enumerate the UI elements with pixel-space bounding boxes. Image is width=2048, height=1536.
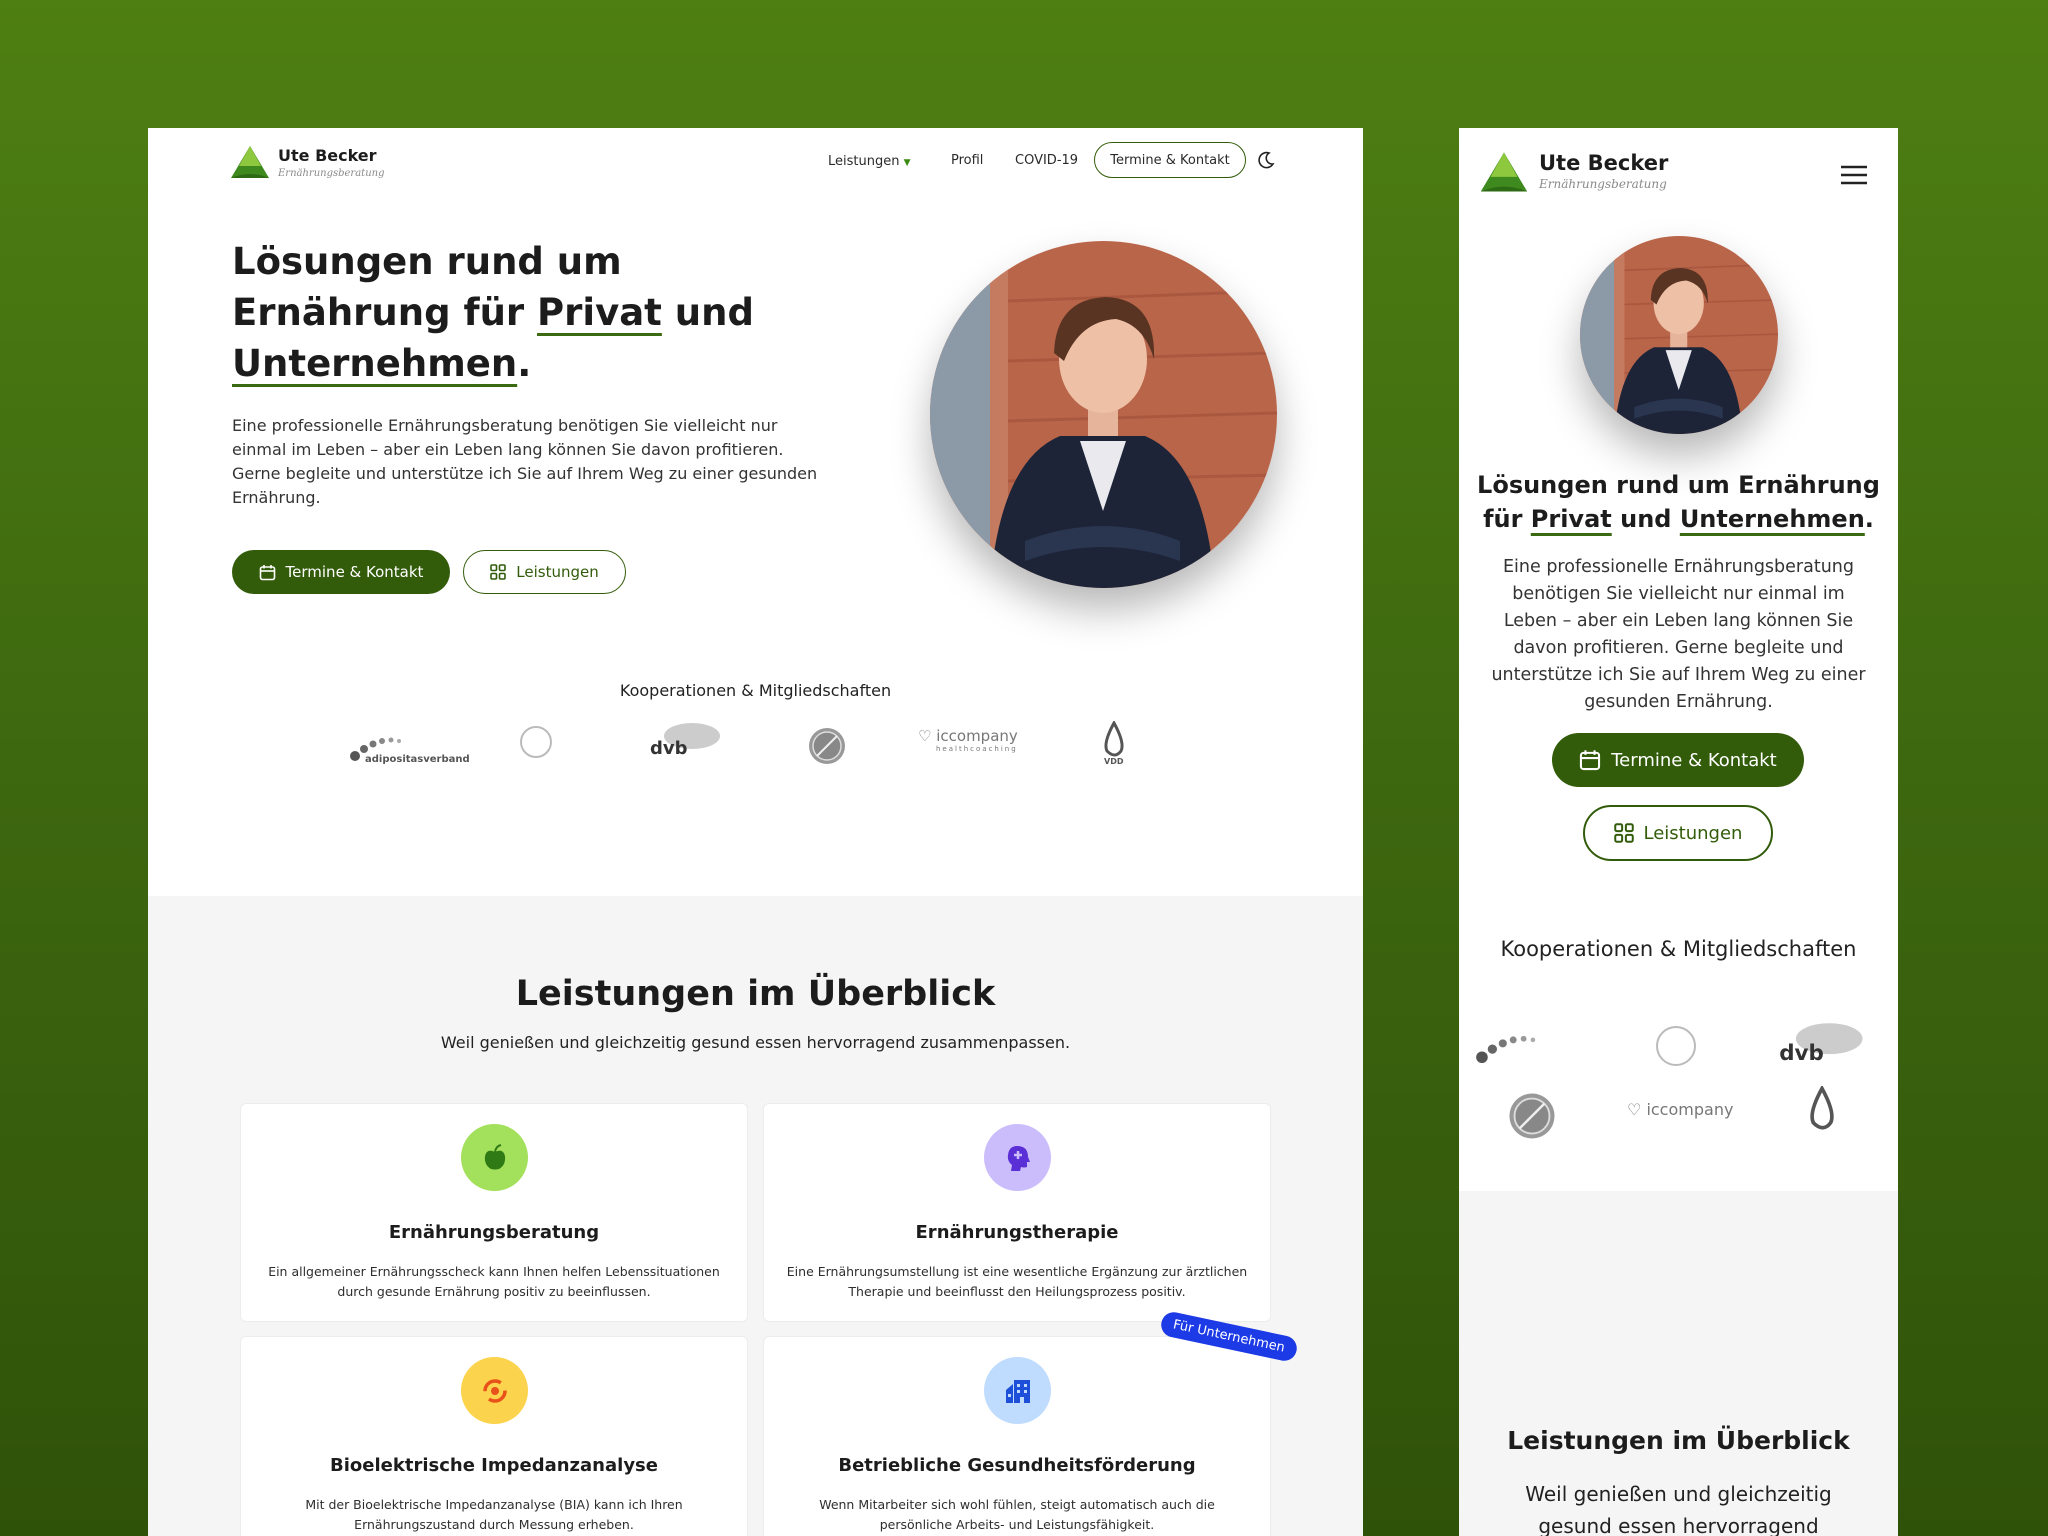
heart-icon: ♡ (1627, 1100, 1642, 1119)
hero-services-button[interactable]: Leistungen (463, 550, 626, 594)
service-card-ernaehrungsberatung[interactable]: Ernährungsberatung Ein allgemeiner Ernäh… (240, 1103, 748, 1322)
nav-contact-label: Termine & Kontakt (1110, 152, 1230, 168)
nav-profile[interactable]: Profil (951, 153, 983, 168)
brand-tagline: Ernährungsberatung (278, 167, 385, 179)
mobile-services-label: Leistungen (1643, 822, 1743, 844)
nav-services[interactable]: Leistungen ▼ (828, 154, 911, 169)
grid-icon (1613, 823, 1634, 843)
partner-iccompany-label: iccompany (1646, 1100, 1734, 1119)
service-description: Wenn Mitarbeiter sich wohl fühlen, steig… (819, 1497, 1215, 1532)
portrait-photo (930, 241, 1277, 588)
caret-down-icon: ▼ (903, 158, 911, 168)
partner-vdd-logo: VDD (1104, 721, 1124, 765)
hero-services-label: Leistungen (516, 563, 599, 581)
service-title: Ernährungstherapie (915, 1222, 1119, 1243)
dark-mode-moon-icon[interactable] (1256, 150, 1276, 170)
partner-iccompany: ♡ iccompany (1627, 1100, 1733, 1119)
adipositas-dots-icon (1476, 1035, 1536, 1064)
hero-contact-label: Termine & Kontakt (285, 563, 424, 581)
mobile-brand-logo[interactable]: Ute Becker Ernährungsberatung (1479, 150, 1668, 194)
partner-daab-logo: dvb (1779, 1023, 1863, 1066)
calendar-icon (1580, 750, 1601, 771)
partner-healthcoaching-label: healthcoaching (936, 745, 1018, 753)
portrait-illustration (1580, 236, 1778, 434)
portrait-illustration (930, 241, 1277, 588)
hero-title-dot: . (517, 342, 532, 385)
mobile-contact-button[interactable]: Termine & Kontakt (1552, 733, 1804, 787)
nav-services-label: Leistungen (828, 154, 900, 169)
service-title: Bioelektrische Impedanzanalyse (330, 1455, 658, 1476)
partners-title: Kooperationen & Mitgliedschaften (619, 681, 892, 700)
mobile-preview: Ute Becker Ernährungsberatung Lösungen r… (1459, 128, 1898, 1536)
partner-iccompany: ♡ iccompany healthcoaching (918, 727, 1018, 753)
hero-text: Eine professionelle Ernährungsberatung b… (232, 416, 818, 507)
services-title: Leistungen im Überblick (515, 974, 996, 1014)
partner-daab-logo: dvb (650, 723, 720, 759)
mobile-services-subtitle: Weil genießen und gleichzeitig gesund es… (1525, 1482, 1832, 1536)
building-icon (984, 1357, 1051, 1424)
brand-name: Ute Becker (1539, 151, 1669, 175)
logo-mountain-icon (1480, 152, 1528, 192)
hero-title: Lösungen rund um Ernährung für Privat un… (232, 236, 792, 389)
hero-title-privat: Privat (537, 291, 662, 334)
cycle-icon (461, 1357, 528, 1424)
adipositas-label: adipositasverband (365, 754, 470, 765)
brand-name: Ute Becker (278, 145, 377, 165)
calendar-icon (259, 564, 275, 580)
mobile-portrait-photo (1580, 236, 1778, 434)
heart-icon: ♡ (918, 727, 932, 745)
hero-title-privat: Privat (1530, 505, 1612, 533)
mobile-services-title: Leistungen im Überblick (1507, 1426, 1850, 1455)
partner-ribbon-logo (1656, 1026, 1696, 1066)
hero-title-unternehmen: Unternehmen (232, 342, 518, 385)
nav-contact-button[interactable]: Termine & Kontakt (1094, 142, 1246, 178)
partner-vdd-logo (1810, 1086, 1834, 1130)
nav-covid[interactable]: COVID-19 (1015, 153, 1078, 168)
apple-icon (461, 1124, 528, 1191)
mobile-hero-text: Eine professionelle Ernährungsberatung b… (1491, 557, 1866, 712)
hero-title-unternehmen: Unternehmen (1679, 505, 1865, 533)
logo-mountain-icon (231, 146, 269, 178)
hamburger-menu-icon[interactable] (1839, 164, 1869, 186)
service-card-bia[interactable]: Bioelektrische Impedanzanalyse Mit der B… (240, 1336, 748, 1536)
mobile-contact-label: Termine & Kontakt (1611, 749, 1777, 771)
partner-iccompany-label: iccompany (936, 727, 1018, 745)
service-title: Betriebliche Gesundheitsförderung (838, 1455, 1196, 1476)
brand-logo[interactable]: Ute Becker Ernährungsberatung (230, 144, 384, 180)
service-card-ernaehrungstherapie[interactable]: Ernährungstherapie Eine Ernährungsumstel… (763, 1103, 1271, 1322)
vdd-label: VDD (1104, 757, 1124, 765)
hero-title-und: und (661, 291, 754, 334)
svg-text:dvb: dvb (1779, 1041, 1824, 1066)
mobile-partners-title: Kooperationen & Mitgliedschaften (1500, 937, 1857, 961)
partner-gluten-logo (809, 728, 845, 764)
partner-gluten-logo (1509, 1093, 1555, 1139)
service-description: Ein allgemeiner Ernährungsscheck kann Ih… (268, 1264, 720, 1299)
svg-text:dvb: dvb (650, 738, 688, 759)
partner-ribbon-logo (520, 726, 552, 758)
service-description: Mit der Bioelektrische Impedanzanalyse (… (305, 1497, 683, 1532)
desktop-preview: Ute Becker Ernährungsberatung Leistungen… (148, 128, 1363, 1536)
hero-title-und: und (1611, 505, 1680, 533)
mobile-services-button[interactable]: Leistungen (1583, 805, 1773, 861)
grid-icon (490, 564, 507, 580)
service-title: Ernährungsberatung (388, 1222, 600, 1243)
hero-contact-button[interactable]: Termine & Kontakt (232, 550, 450, 594)
services-subtitle: Weil genießen und gleichzeitig gesund es… (440, 1033, 1071, 1052)
hero-title-dot: . (1864, 505, 1874, 533)
head-icon (984, 1124, 1051, 1191)
partner-adipositas (1475, 1028, 1585, 1071)
brand-tagline: Ernährungsberatung (1539, 177, 1667, 191)
service-card-bgf[interactable]: Betriebliche Gesundheitsförderung Wenn M… (763, 1336, 1271, 1536)
service-description: Eine Ernährungsumstellung ist eine wesen… (786, 1264, 1248, 1299)
mobile-hero-title: Lösungen rund um Ernährung für Privat un… (1473, 468, 1884, 536)
partner-adipositas: adipositasverband (349, 732, 470, 767)
